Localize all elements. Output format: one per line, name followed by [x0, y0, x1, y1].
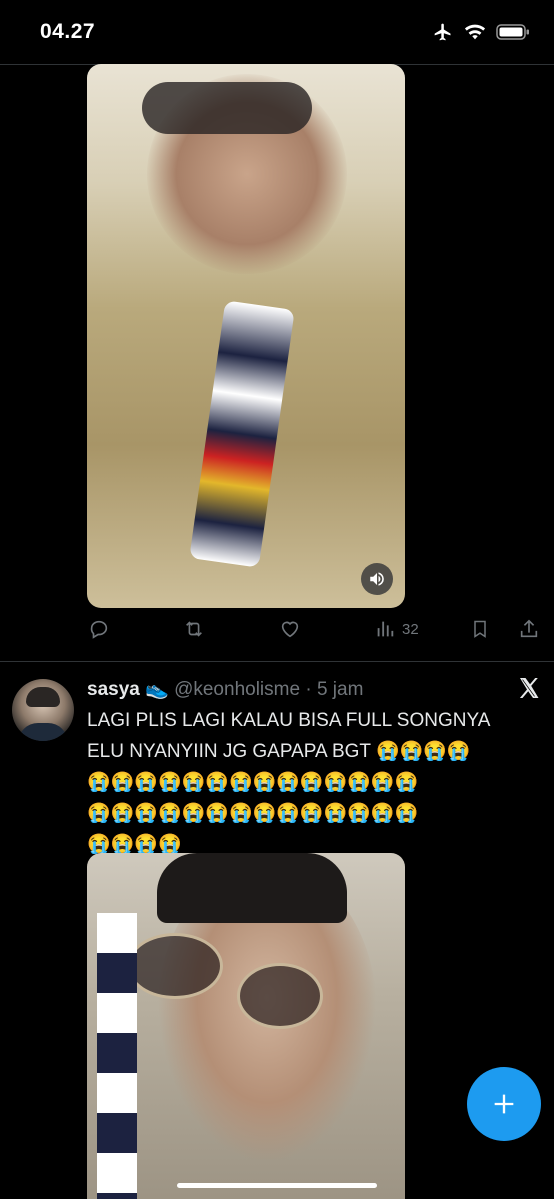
home-indicator[interactable]	[177, 1183, 377, 1188]
speaker-icon	[370, 572, 384, 586]
avatar[interactable]	[12, 679, 74, 741]
avatar-shirt	[18, 723, 68, 741]
post-video[interactable]	[87, 853, 405, 1199]
views-count: 32	[402, 620, 419, 638]
compose-button[interactable]	[467, 1067, 541, 1141]
reply-icon	[90, 620, 108, 639]
video-sunglasses	[127, 933, 223, 999]
status-bar: 04.27	[0, 0, 554, 64]
reply-button[interactable]	[88, 618, 110, 640]
repost-button[interactable]	[182, 618, 206, 640]
wifi-icon	[464, 24, 486, 40]
airplane-icon	[434, 23, 451, 41]
share-button[interactable]	[518, 618, 540, 640]
video-scarf	[97, 913, 137, 1199]
action-bar: 32	[88, 618, 538, 646]
tweet-text-line: ELU NYANYIIN JG GAPAPA BGT 😭😭😭😭	[87, 741, 471, 762]
bookmark-button[interactable]	[470, 618, 490, 640]
separator-dot: ·	[305, 679, 312, 700]
status-time: 04.27	[40, 20, 96, 43]
author-handle[interactable]: @keonholisme	[174, 679, 300, 700]
video-hair	[157, 853, 347, 923]
tweet-emoji-line: 😭😭😭😭😭😭😭😭😭😭😭😭😭😭	[87, 772, 419, 793]
repost-icon	[186, 621, 202, 637]
video-sunglasses	[142, 82, 312, 134]
volume-button[interactable]	[361, 563, 393, 595]
like-button[interactable]	[278, 618, 302, 640]
plus-icon	[494, 1094, 514, 1114]
views-button[interactable]: 32	[374, 618, 419, 640]
avatar-hair	[26, 687, 60, 707]
status-icons	[432, 22, 530, 42]
x-logo-icon	[517, 676, 541, 705]
divider	[0, 661, 554, 662]
post-time[interactable]: 5 jam	[317, 679, 363, 700]
tweet-text-line: LAGI PLIS LAGI KALAU BISA FULL SONGNYA	[87, 710, 491, 731]
post-video[interactable]	[87, 64, 405, 608]
author-emoji: 👟	[145, 679, 169, 700]
tweet-text: LAGI PLIS LAGI KALAU BISA FULL SONGNYA E…	[87, 705, 527, 860]
video-scarf	[189, 300, 295, 568]
tweet-header: sasya 👟 @keonholisme · 5 jam	[87, 677, 363, 701]
video-sunglasses	[237, 963, 323, 1029]
author-name[interactable]: sasya	[87, 679, 140, 700]
views-icon	[377, 621, 394, 637]
bookmark-icon	[474, 620, 486, 638]
share-icon	[520, 619, 538, 638]
tweet-emoji-line: 😭😭😭😭😭😭😭😭😭😭😭😭😭😭	[87, 803, 419, 824]
battery-icon	[496, 24, 529, 40]
heart-icon	[281, 621, 299, 638]
